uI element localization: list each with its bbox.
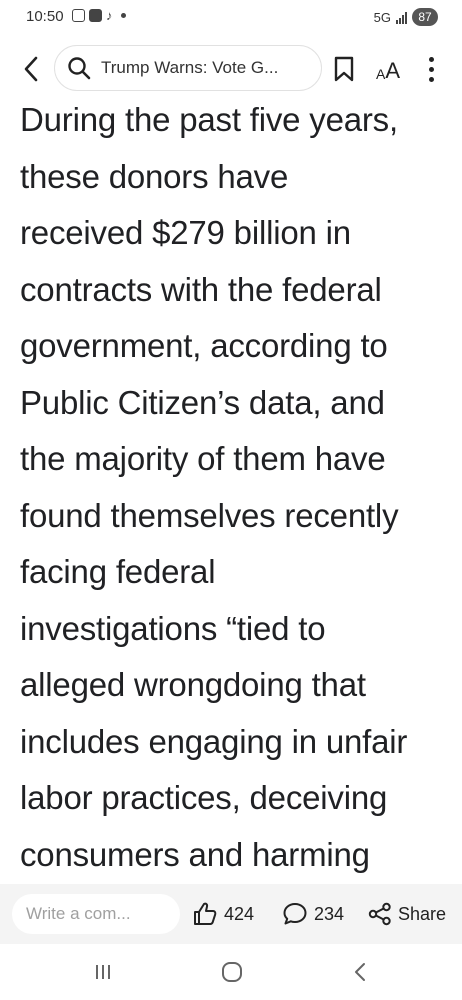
chevron-left-icon (24, 56, 38, 82)
font-size-icon-large: A (385, 58, 401, 83)
share-icon (368, 902, 391, 926)
status-time: 10:50 (26, 8, 64, 25)
notification-icons: ♪ (72, 9, 126, 22)
article-line: labor practices, deceiving (20, 779, 388, 816)
search-bar[interactable]: Trump Warns: Vote G... (54, 45, 322, 91)
font-size-icon: A (375, 66, 386, 82)
article-line: During the past five years, (20, 101, 398, 138)
status-right: 5G 87 (374, 8, 438, 26)
more-notifications-icon (120, 13, 126, 18)
comment-button[interactable]: 234 (282, 898, 344, 930)
article-line: contracts with the federal (20, 270, 382, 308)
comment-action-bar: 424 234 Share (0, 884, 462, 944)
article-body: During the past five years, these donors… (0, 98, 462, 880)
more-vertical-icon[interactable] (418, 52, 444, 86)
search-icon (65, 54, 93, 82)
article-line: consumers and harming (20, 835, 370, 873)
network-label: 5G (373, 9, 391, 25)
comment-input[interactable] (12, 894, 180, 934)
battery-indicator: 87 (412, 8, 438, 26)
bookmark-icon (334, 56, 354, 82)
back-button[interactable] (14, 50, 48, 88)
article-line: facing federal (20, 553, 216, 590)
comment-bubble-icon (283, 903, 307, 925)
nav-back-icon[interactable] (350, 961, 372, 983)
recent-apps-icon[interactable] (92, 962, 114, 982)
thumbs-up-icon (194, 902, 217, 925)
app-notification-icon (89, 9, 102, 22)
article-line: government, according to (20, 327, 388, 364)
app-screen: 10:50 ♪ 5G 87 Trump Warns: Vote G... A A… (0, 0, 462, 1000)
article-line: Public Citizen’s data, and (20, 383, 385, 421)
share-label: Share (398, 903, 447, 924)
comment-count: 234 (314, 903, 345, 924)
share-button[interactable]: Share (368, 898, 446, 930)
bookmark-button[interactable] (330, 54, 358, 84)
system-nav-bar (0, 944, 462, 1000)
signal-icon (396, 11, 407, 24)
article-line: investigations “tied to (20, 609, 326, 647)
article-line: these donors have (20, 157, 289, 195)
article-line: alleged wrongdoing that (20, 666, 366, 703)
article-line: the majority of them have (20, 440, 386, 477)
status-bar: 10:50 ♪ 5G 87 (0, 0, 462, 38)
article-line: received $279 billion in (20, 214, 351, 251)
tiktok-notification-icon: ♪ (106, 8, 113, 23)
like-button[interactable]: 424 (192, 898, 254, 930)
search-query-text: Trump Warns: Vote G... (101, 58, 279, 77)
font-size-button[interactable]: AA (368, 53, 408, 83)
article-line: found themselves recently (20, 496, 399, 534)
article-text: During the past five years, these donors… (20, 98, 407, 880)
like-count: 424 (224, 903, 255, 924)
article-line: includes engaging in unfair (20, 722, 408, 760)
home-icon[interactable] (221, 961, 243, 983)
browser-toolbar: Trump Warns: Vote G... AA (0, 40, 462, 98)
screenshot-notification-icon (72, 9, 85, 22)
